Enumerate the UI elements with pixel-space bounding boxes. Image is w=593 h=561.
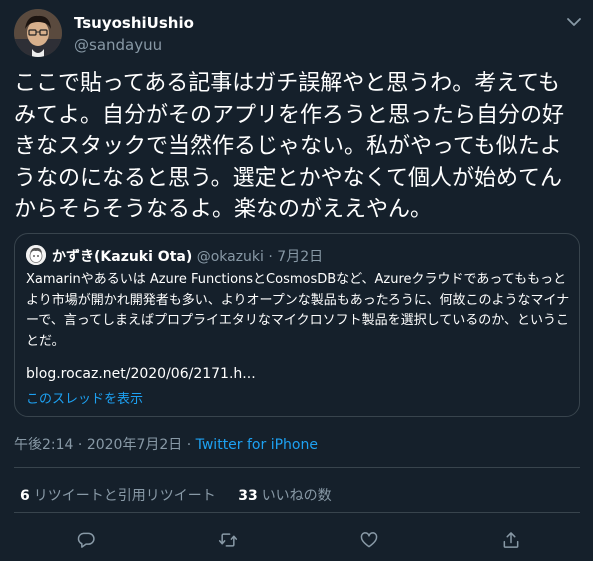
tweet: TsuyoshiUshio @sandayuu ここで貼ってある記事はガチ誤解や… [0,0,593,561]
show-thread-link[interactable]: このスレッドを表示 [26,388,143,407]
tweet-stats: 6 リツイートと引用リツイート 33 いいねの数 [20,485,332,505]
retweets-stat[interactable]: 6 リツイートと引用リツイート [20,488,216,504]
like-button[interactable] [357,528,381,552]
retweets-count: 6 [20,488,30,504]
tweet-text: ここで貼ってある記事はガチ誤解やと思うわ。考えてもみてよ。自分がそのアプリを作ろ… [14,71,565,222]
meta-separator-2: · [182,437,196,453]
tweet-date[interactable]: 2020年7月2日 [87,437,182,453]
quote-date: 7月2日 [277,249,324,265]
reply-button[interactable] [74,528,98,552]
likes-count: 33 [238,488,258,504]
likes-stat[interactable]: 33 いいねの数 [238,488,331,504]
retweets-label: リツイートと引用リツイート [33,488,216,504]
share-icon [499,532,523,556]
quote-author-handle: @okazuki [196,249,264,265]
heart-icon [357,532,381,556]
chevron-down-icon[interactable] [566,14,582,30]
reply-icon [74,532,98,556]
quote-author-name: かずき(Kazuki Ota) [52,249,193,265]
tweet-source-link[interactable]: Twitter for iPhone [196,437,318,453]
tweet-meta: 午後2:14 · 2020年7月2日 · Twitter for iPhone [14,434,318,454]
user-handle[interactable]: @sandayuu [74,36,162,54]
retweet-icon [216,533,240,556]
divider-bottom [14,512,580,513]
tweet-time[interactable]: 午後2:14 [14,437,73,453]
quote-text: Xamarinやあるいは Azure FunctionsとCosmosDBなど、… [26,272,570,349]
user-display-name[interactable]: TsuyoshiUshio [74,14,194,32]
divider-top [14,467,580,468]
likes-label: いいねの数 [261,488,332,504]
user-avatar[interactable] [14,9,62,57]
quote-separator: · [268,249,273,265]
retweet-button[interactable] [216,528,240,552]
quote-link[interactable]: blog.rocaz.net/2020/06/2171.h... [26,366,256,382]
quote-avatar [26,245,46,265]
meta-separator: · [73,437,87,453]
quote-tweet[interactable]: かずき(Kazuki Ota) @okazuki · 7月2日 Xamarinや… [14,233,580,417]
quote-header: かずき(Kazuki Ota) @okazuki · 7月2日 [52,246,323,266]
share-button[interactable] [499,528,523,552]
